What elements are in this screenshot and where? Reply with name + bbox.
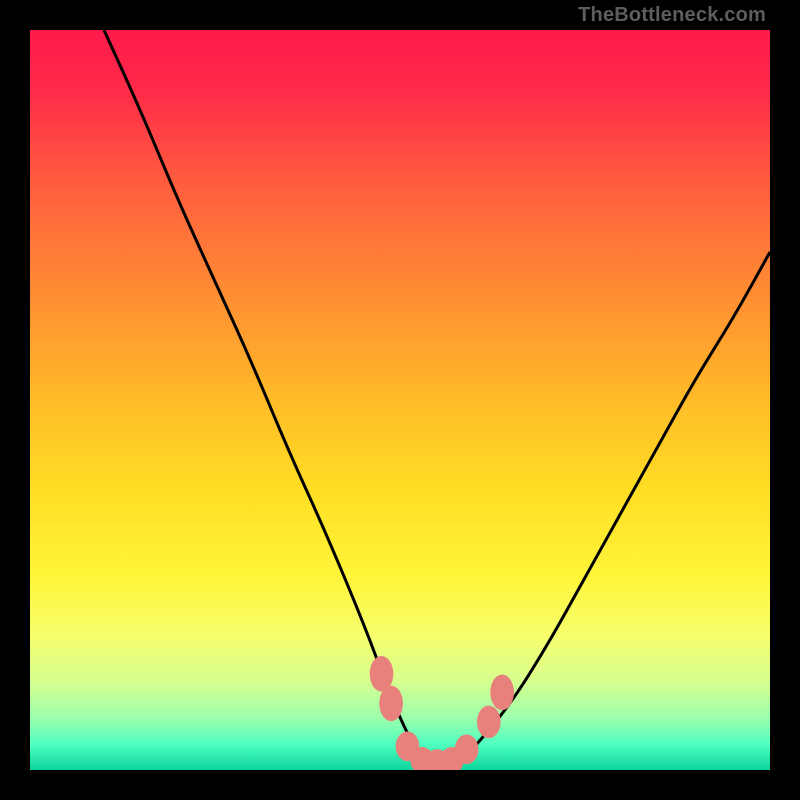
curve-line (104, 30, 770, 763)
watermark-text: TheBottleneck.com (578, 4, 766, 27)
curve-marker (455, 734, 479, 764)
curve-marker (477, 706, 501, 739)
curve-markers (370, 656, 514, 770)
curve-marker (379, 686, 403, 722)
curve-marker (490, 675, 514, 711)
bottleneck-curve (30, 30, 770, 770)
plot-area (30, 30, 770, 770)
chart-frame: TheBottleneck.com (0, 0, 800, 800)
